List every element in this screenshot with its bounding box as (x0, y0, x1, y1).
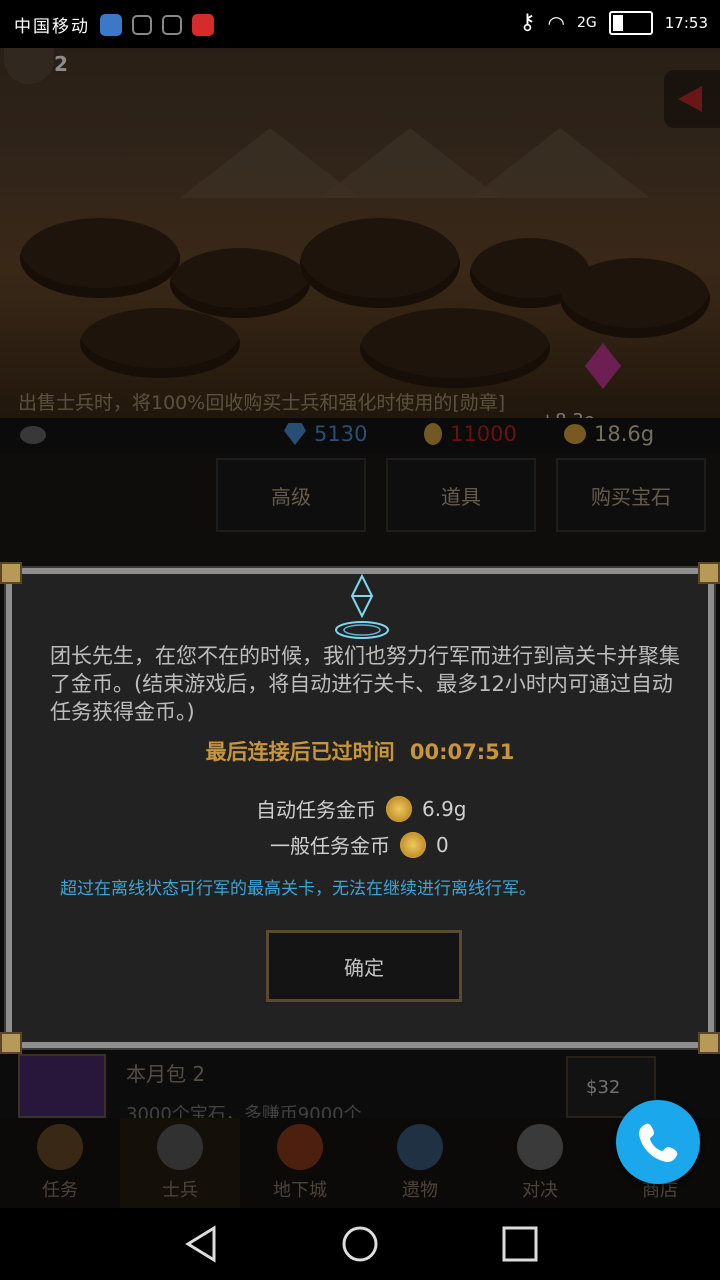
normal-quest-gold: 一般任务金币 0 (270, 831, 449, 858)
auto-quest-gold: 自动任务金币 6.9g (256, 795, 467, 822)
corner-ornament (0, 1032, 22, 1054)
phone-icon (639, 1123, 678, 1162)
game-screen: 2 出售士兵时，将100%回收购买士兵和强化时使用的[勋章] +8.3e 513… (0, 48, 720, 1208)
key-icon: ⚷ (519, 10, 536, 35)
battery-icon (608, 10, 653, 35)
system-nav-bar (0, 1208, 720, 1280)
gold-coin-icon (386, 795, 412, 822)
location-icon (100, 13, 122, 36)
elapsed-time: 最后连接后已过时间 00:07:51 (205, 740, 515, 764)
recents-nav-icon[interactable] (500, 1224, 540, 1264)
dialog-message: 团长先生，在您不在的时候，我们也努力行军而进行到高关卡并聚集了金币。(结束游戏后… (50, 644, 680, 724)
crystal-icon (335, 574, 389, 639)
signal-icon: 2G (577, 14, 597, 31)
confirm-button[interactable]: 确定 (266, 930, 462, 1002)
notification-icon (132, 14, 152, 35)
call-button[interactable] (616, 1100, 700, 1184)
corner-ornament (0, 562, 22, 584)
corner-ornament (698, 1032, 720, 1054)
message-icon (162, 14, 182, 35)
status-bar: 中国移动 ⚷ ◠ 2G 17:53 (0, 0, 720, 48)
back-nav-icon[interactable] (182, 1224, 222, 1264)
offline-reward-dialog: 团长先生，在您不在的时候，我们也努力行军而进行到高关卡并聚集了金币。(结束游戏后… (0, 562, 720, 1054)
wifi-icon: ◠ (547, 10, 565, 35)
clock: 17:53 (664, 13, 708, 32)
gold-coin-icon (400, 831, 426, 858)
carrier-label: 中国移动 (14, 17, 90, 37)
offline-warning: 超过在离线状态可行军的最高关卡，无法在继续进行离线行军。 (60, 879, 536, 899)
home-nav-icon[interactable] (340, 1224, 380, 1264)
corner-ornament (698, 562, 720, 584)
app-icon (192, 13, 214, 36)
